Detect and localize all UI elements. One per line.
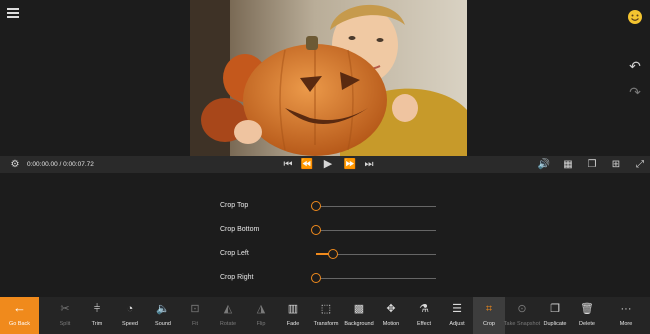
crop-right-row: Crop Right (220, 271, 440, 285)
transform-button[interactable]: ⬚ Transform (310, 297, 342, 334)
crop-left-thumb[interactable] (327, 248, 338, 259)
go-back-button[interactable]: ← Go Back (0, 297, 39, 334)
fade-button[interactable]: ▥ Fade (277, 297, 309, 334)
menu-icon[interactable] (3, 3, 23, 23)
crop-bottom-slider[interactable] (311, 224, 436, 235)
trim-icon: ⫩ (93, 303, 101, 315)
motion-button[interactable]: ✥ Motion (375, 297, 407, 334)
scissors-icon: ✂ (60, 303, 70, 315)
motion-icon: ✥ (386, 303, 396, 315)
settings-icon[interactable]: ⚙ (8, 156, 22, 173)
crop-left-label: Crop Left (220, 250, 249, 257)
fit-button[interactable]: ⊡ Fit (179, 297, 211, 334)
crop-top-row: Crop Top (220, 199, 440, 213)
undo-icon[interactable]: ↶ (625, 56, 645, 76)
more-label: More (619, 321, 633, 327)
sound-icon: 🔈 (156, 303, 170, 315)
crop-bottom-label: Crop Bottom (220, 226, 260, 233)
flip-button[interactable]: ◮ Flip (245, 297, 277, 334)
duplicate-button[interactable]: ❐ Duplicate (539, 297, 571, 334)
sound-button[interactable]: 🔈 Sound (147, 297, 179, 334)
take-snapshot-button[interactable]: ⊙ Take Snapshot (504, 297, 540, 334)
crop-left-row: Crop Left (220, 247, 440, 261)
skip-end-icon[interactable]: ⏭ (362, 156, 376, 173)
transport-bar: ⚙ 0:00:00.00 / 0:00:07.72 ⏮ ⏪ ▶ ⏩ ⏭ 🔊 ▦ … (0, 156, 650, 173)
crop-top-label: Crop Top (220, 202, 249, 209)
more-button[interactable]: ··· More (610, 297, 642, 334)
crop-bottom-row: Crop Bottom (220, 223, 440, 237)
effect-button[interactable]: ⚗ Effect (408, 297, 440, 334)
crop-panel: Crop Top Crop Bottom Crop Left Crop Righ… (0, 173, 650, 297)
more-icon: ··· (620, 303, 632, 315)
rotate-button[interactable]: ◭ Rotate (212, 297, 244, 334)
preview-area: ↶ ↷ (0, 0, 650, 156)
crop-left-slider[interactable] (316, 248, 436, 259)
effect-icon: ⚗ (419, 303, 429, 315)
crop-right-thumb[interactable] (311, 272, 321, 283)
duplicate-icon: ❐ (550, 303, 560, 315)
step-forward-icon[interactable]: ⏩ (343, 156, 357, 173)
delete-label: Delete (579, 321, 595, 327)
arrow-left-icon: ← (13, 300, 26, 315)
split-button[interactable]: ✂ Split (49, 297, 81, 334)
step-back-icon[interactable]: ⏪ (300, 156, 314, 173)
go-back-label: Go Back (8, 321, 31, 327)
skip-start-icon[interactable]: ⏮ (281, 156, 295, 173)
emoji-icon[interactable] (625, 9, 645, 29)
snapshot-icon: ⊙ (517, 303, 527, 315)
speed-button[interactable]: ◔ Speed (114, 297, 146, 334)
grid-icon[interactable]: ▦ (561, 156, 575, 173)
video-frame-image (190, 0, 467, 156)
transform-icon: ⬚ (320, 303, 332, 315)
background-button[interactable]: ▩ Background (343, 297, 375, 334)
crop-right-slider[interactable] (311, 272, 436, 283)
background-icon: ▩ (353, 303, 365, 315)
video-preview[interactable] (190, 0, 467, 156)
redo-icon[interactable]: ↷ (625, 82, 645, 102)
speedometer-icon: ◔ (126, 303, 134, 315)
crop-right-label: Crop Right (220, 274, 254, 281)
volume-icon[interactable]: 🔊 (537, 156, 551, 173)
timecode: 0:00:00.00 / 0:00:07.72 (27, 161, 94, 168)
flip-icon: ◮ (256, 303, 266, 315)
expand-icon[interactable]: ⤢ (633, 156, 647, 173)
fade-icon: ▥ (287, 303, 299, 315)
crop-top-thumb[interactable] (311, 200, 321, 211)
crop-icon: ⌗ (485, 303, 493, 315)
bottom-toolbar: ← Go Back ✂ Split ⫩ Trim ◔ Speed 🔈 Sound… (0, 297, 650, 334)
copy-icon[interactable]: ❐ (585, 156, 599, 173)
trim-button[interactable]: ⫩ Trim (81, 297, 113, 334)
layout-icon[interactable]: ⊞ (609, 156, 623, 173)
delete-icon: 🗑 (580, 303, 594, 315)
adjust-icon: ☰ (452, 303, 462, 315)
rotate-icon: ◭ (223, 303, 233, 315)
crop-button[interactable]: ⌗ Crop (473, 297, 505, 334)
crop-top-slider[interactable] (311, 200, 436, 211)
adjust-button[interactable]: ☰ Adjust (441, 297, 473, 334)
fit-icon: ⊡ (190, 303, 200, 315)
play-icon[interactable]: ▶ (321, 156, 335, 173)
crop-bottom-thumb[interactable] (311, 224, 321, 235)
delete-button[interactable]: 🗑 Delete (571, 297, 603, 334)
